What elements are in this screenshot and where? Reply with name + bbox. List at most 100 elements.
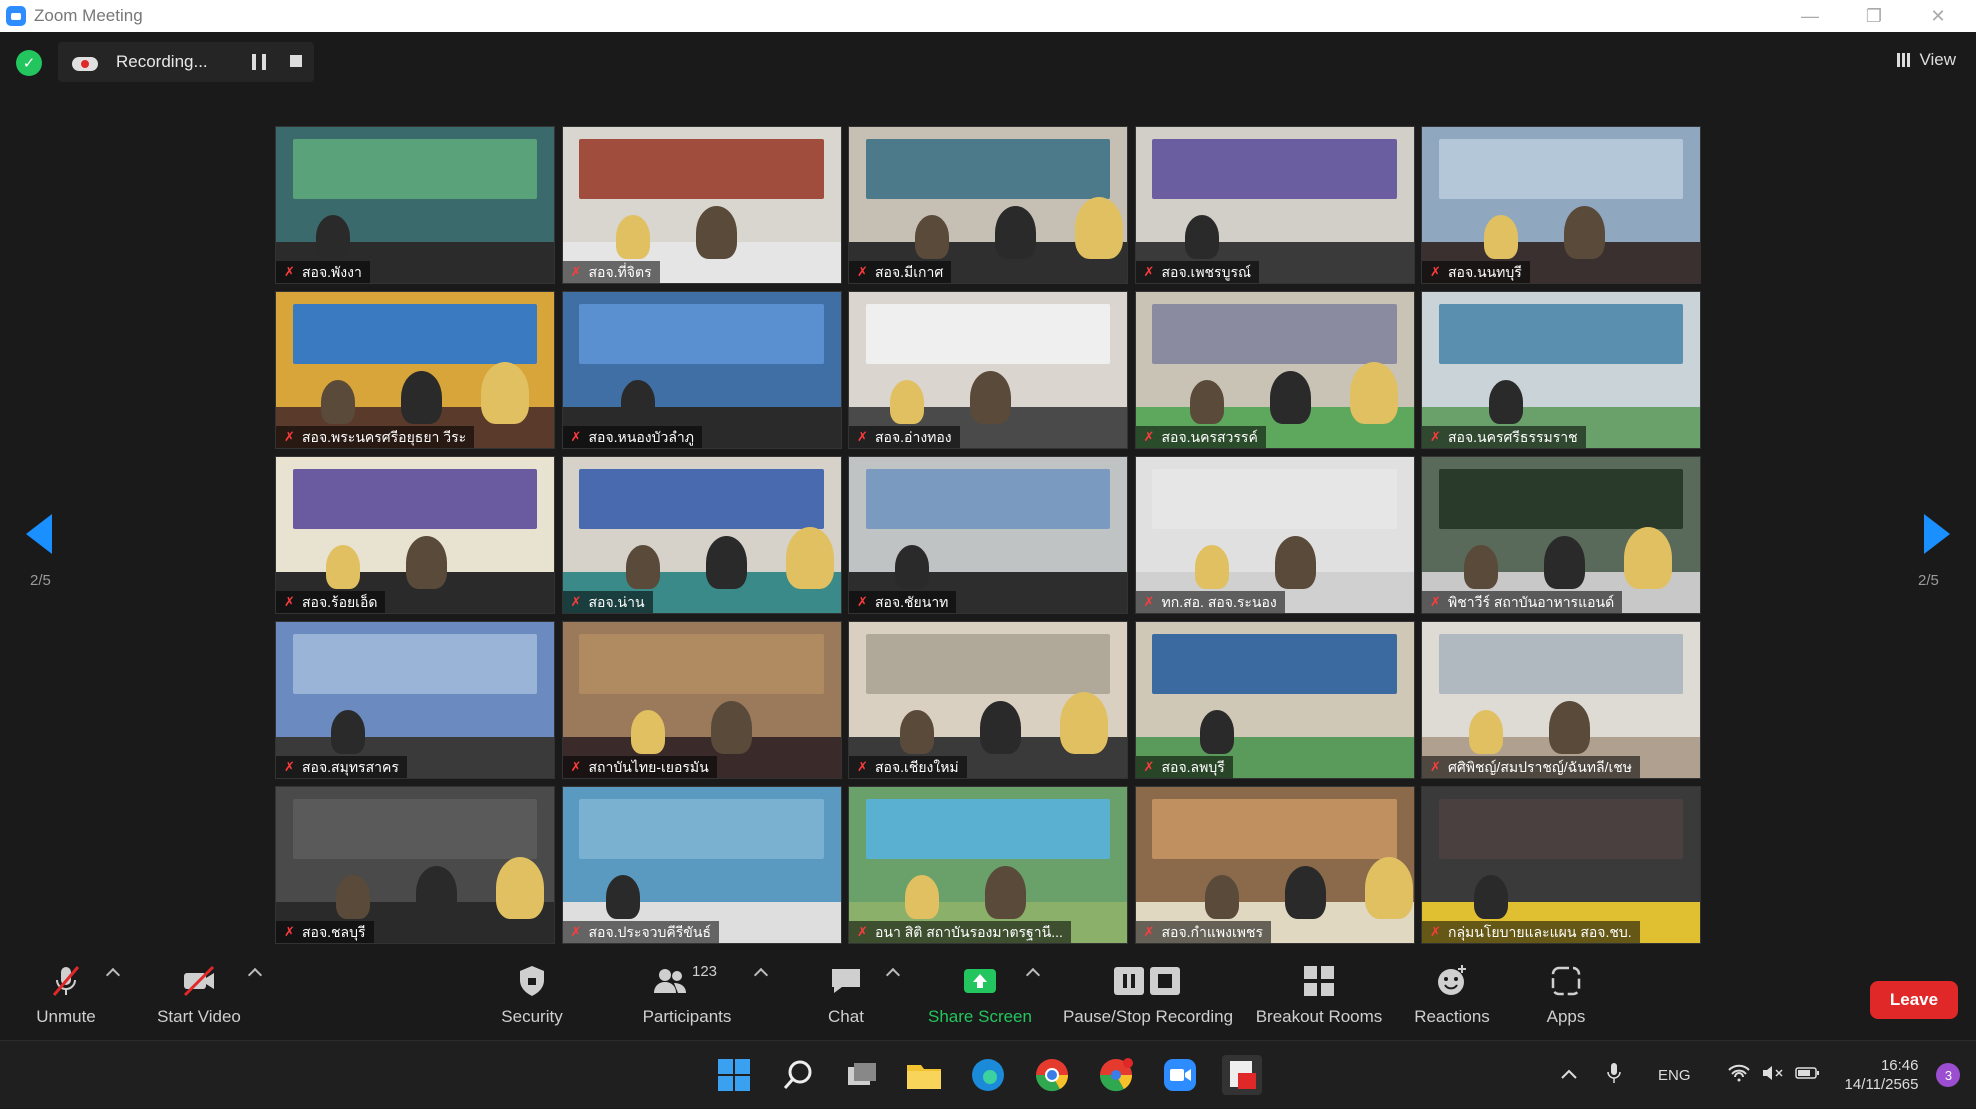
participant-figure (625, 544, 660, 589)
recording-indicator: Recording... (58, 42, 314, 82)
share-screen-button[interactable]: Share Screen (924, 952, 1036, 1038)
participant-figure (1269, 370, 1311, 424)
leave-button[interactable]: Leave (1870, 981, 1958, 1019)
participants-button[interactable]: 123 Participants (632, 952, 742, 1038)
muted-microphone-icon: ✗ (570, 429, 582, 444)
participant-video-tile[interactable]: ศศิพิชญ์/สมปราชญ์/ฉันทลี/เชษ ✗ (1421, 621, 1701, 779)
video-backdrop (1152, 304, 1397, 364)
search-icon[interactable] (778, 1055, 818, 1095)
participant-video-tile[interactable]: สอจ.น่าน ✗ (561, 456, 842, 614)
participant-figure (985, 865, 1026, 919)
participant-video-tile[interactable]: สอจ.นครศรีธรรมราช ✗ (1421, 291, 1701, 449)
video-backdrop (579, 469, 824, 529)
pause-recording-icon[interactable] (252, 54, 266, 70)
participant-video-tile[interactable]: สอจ.กำแพงเพชร ✗ (1134, 786, 1415, 944)
participant-video-tile[interactable]: สอจ.ลพบุรี ✗ (1134, 621, 1415, 779)
participant-video-tile[interactable]: สอจ.สมุทรสาคร ✗ (275, 621, 555, 779)
participant-video-tile[interactable]: สอจ.พังงา ✗ (275, 126, 555, 284)
apps-button[interactable]: Apps (1530, 952, 1602, 1038)
zoom-taskbar-icon[interactable] (1160, 1055, 1200, 1095)
pause-stop-recording-label: Pause/Stop Recording (1062, 1007, 1234, 1026)
close-icon[interactable]: ✕ (1908, 0, 1968, 32)
muted-microphone-icon: ✗ (857, 264, 868, 279)
system-tray: ENG 16:46 14/11/2565 3 (1560, 1041, 1961, 1109)
active-app-icon[interactable] (1222, 1055, 1262, 1095)
edge-browser-icon[interactable] (968, 1055, 1008, 1095)
participant-video-tile[interactable]: สอจ.ประจวบคีรีขันธ์ ✗ (561, 786, 842, 944)
participant-figure (1284, 865, 1326, 919)
chrome-browser-icon[interactable] (1032, 1055, 1072, 1095)
chat-caret-icon[interactable] (885, 967, 901, 983)
participant-video-tile[interactable]: สอจ.ร้อยเอ็ด ✗ (275, 456, 555, 614)
participant-video-tile[interactable]: ทก.สอ. สอจ.ระนอง ✗ (1134, 456, 1415, 614)
chrome-profile-icon[interactable] (1096, 1055, 1136, 1095)
participant-video-tile[interactable]: สอจ.ชัยนาท ✗ (848, 456, 1128, 614)
muted-microphone-icon: ✗ (857, 759, 868, 774)
participant-figure (895, 544, 929, 589)
participant-video-tile[interactable]: สอจ.ชลบุรี ✗ (275, 786, 555, 944)
encryption-shield-icon[interactable]: ✓ (16, 50, 42, 76)
video-gallery: สอจ.พังงา ✗ สอจ.ที่จิตร ✗ สอจ.มีเกาศ ✗ สอจ.เพช… (275, 126, 1701, 944)
pause-stop-recording-button[interactable]: Pause/Stop Recording (1060, 952, 1236, 1038)
restore-icon[interactable]: ❐ (1844, 0, 1904, 32)
task-view-icon[interactable] (842, 1055, 882, 1095)
security-button[interactable]: Security (496, 952, 568, 1038)
microphone-tray-icon[interactable] (1606, 1062, 1626, 1088)
audio-options-caret-icon[interactable] (105, 967, 121, 983)
participant-figure (1549, 700, 1590, 754)
participant-video-tile[interactable]: สอจ.มีเกาศ ✗ (848, 126, 1128, 284)
muted-microphone-icon: ✗ (284, 264, 295, 279)
volume-muted-icon[interactable] (1761, 1064, 1787, 1086)
participant-video-tile[interactable]: สอจ.ที่จิตร ✗ (561, 126, 842, 284)
chat-button[interactable]: Chat (810, 952, 882, 1038)
breakout-rooms-button[interactable]: Breakout Rooms (1252, 952, 1386, 1038)
participant-figure (1060, 691, 1108, 754)
participant-figure (1194, 544, 1229, 589)
participant-video-tile[interactable]: กลุ่มนโยบายและแผน สอจ.ชบ. ✗ (1421, 786, 1701, 944)
next-page-arrow-icon[interactable] (1924, 514, 1950, 554)
participant-figure (316, 214, 350, 259)
participant-name-label: สอจ.พระนครศรีอยุธยา วีระ (276, 426, 475, 448)
participant-video-tile[interactable]: สอจ.เพชรบูรณ์ ✗ (1134, 126, 1415, 284)
clock[interactable]: 16:46 14/11/2565 (1845, 1056, 1919, 1094)
language-indicator[interactable]: ENG (1658, 1067, 1691, 1084)
battery-icon[interactable] (1794, 1064, 1823, 1086)
view-button[interactable]: View (1897, 50, 1956, 70)
participant-video-tile[interactable]: พิชาวีร์ สถาบันอาหารแอนด์ ✗ (1421, 456, 1701, 614)
windows-start-icon[interactable] (714, 1055, 754, 1095)
participant-figure (970, 370, 1011, 424)
video-options-caret-icon[interactable] (247, 967, 263, 983)
stop-recording-icon[interactable] (290, 55, 302, 67)
muted-microphone-icon: ✗ (857, 429, 868, 444)
unmute-button[interactable]: Unmute (30, 952, 102, 1038)
participant-video-tile[interactable]: สอจ.อ่างทอง ✗ (848, 291, 1128, 449)
participant-video-tile[interactable]: สอจ.นครสวรรค์ ✗ (1134, 291, 1415, 449)
participant-video-tile[interactable]: อนา สิติ สถาบันรองมาตรฐานี... ✗ (848, 786, 1128, 944)
tray-overflow-chevron-icon[interactable] (1560, 1067, 1582, 1084)
participant-figure (1204, 874, 1239, 919)
participant-figure (605, 874, 640, 919)
start-video-button[interactable]: Start Video (152, 952, 246, 1038)
apps-label: Apps (1546, 1007, 1586, 1026)
participants-label: Participants (642, 1007, 732, 1026)
participant-figure (710, 700, 752, 754)
video-backdrop (292, 139, 538, 199)
participant-video-tile[interactable]: สอจ.พระนครศรีอยุธยา วีระ ✗ (275, 291, 555, 449)
wifi-icon[interactable] (1727, 1064, 1753, 1086)
file-explorer-icon[interactable] (904, 1055, 944, 1095)
participant-video-tile[interactable]: สถาบันไทย-เยอรมัน ✗ (561, 621, 842, 779)
apps-icon (1548, 963, 1584, 999)
notification-badge[interactable]: 3 (1936, 1063, 1961, 1087)
muted-microphone-icon: ✗ (1143, 264, 1155, 279)
reactions-button[interactable]: Reactions (1408, 952, 1496, 1038)
previous-page-arrow-icon[interactable] (26, 514, 52, 554)
video-backdrop (1438, 139, 1684, 199)
muted-microphone-icon: ✗ (570, 924, 582, 939)
participant-video-tile[interactable]: สอจ.เชียงใหม่ ✗ (848, 621, 1128, 779)
participants-caret-icon[interactable] (753, 967, 769, 983)
participant-video-tile[interactable]: สอจ.หนองบัวลำภู ✗ (561, 291, 842, 449)
unmute-label: Unmute (36, 1007, 96, 1026)
muted-microphone-icon: ✗ (1430, 594, 1441, 609)
participant-video-tile[interactable]: สอจ.นนทบุรี ✗ (1421, 126, 1701, 284)
minimize-icon[interactable]: — (1780, 0, 1840, 32)
